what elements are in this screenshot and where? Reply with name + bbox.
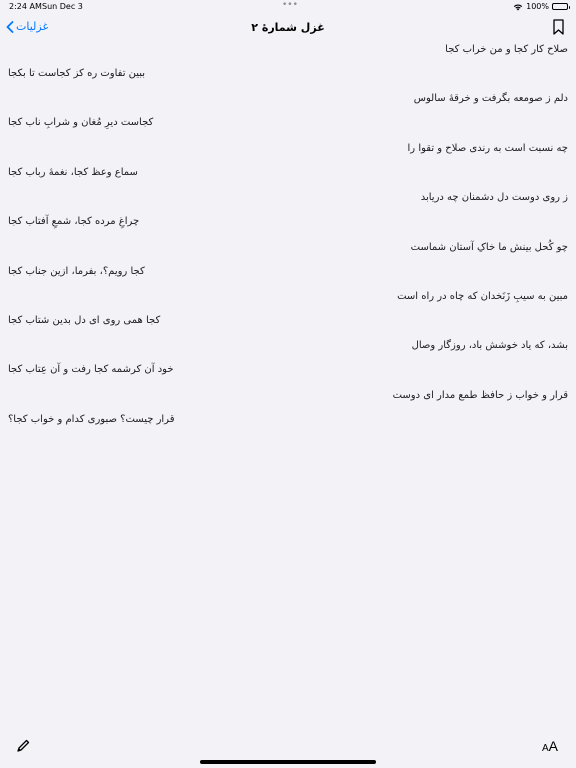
pencil-icon xyxy=(16,738,30,757)
verse: چو کُحل بینش ما خاکِ آستان شماست کجا رویم… xyxy=(0,240,576,289)
navigation-bar: غزلیات غزل شمارهٔ ۲ xyxy=(0,14,576,42)
second-hemistich[interactable]: قرار چیست؟ صبوری کدام و خواب کجا؟ xyxy=(8,414,174,425)
second-hemistich[interactable]: کجاست دیرِ مُغان و شرابِ ناب کجا xyxy=(8,117,153,128)
second-hemistich[interactable]: سماع وعظ کجا، نغمهٔ رباب کجا xyxy=(8,167,138,178)
first-hemistich[interactable]: دلم ز صومعه بگرفت و خرقهٔ سالوس xyxy=(414,93,568,104)
second-hemistich[interactable]: چراغِ مرده کجا، شمعِ آفتاب کجا xyxy=(8,216,139,227)
wifi-icon xyxy=(513,3,523,11)
text-size-button[interactable]: AA xyxy=(542,738,558,756)
first-hemistich[interactable]: مبین به سیبِ زَنَخدان که چاه در راه است xyxy=(397,291,568,302)
text-size-small-label: A xyxy=(541,743,549,754)
first-hemistich[interactable]: بشد، که یاد خوشش باد، روزگار وصال xyxy=(412,340,568,351)
bookmark-button[interactable] xyxy=(553,19,564,39)
first-hemistich[interactable]: قرار و خواب ز حافظ طمع مدار ای دوست xyxy=(393,390,568,401)
status-bar: 2:24 AM Sun Dec 3 ••• 100% xyxy=(0,0,576,14)
bookmark-icon xyxy=(553,19,564,39)
first-hemistich[interactable]: ز روی دوست دل دشمنان چه دریابد xyxy=(421,192,568,203)
verse: صلاح کار کجا و من خراب کجا ببین تفاوت ره … xyxy=(0,42,576,91)
text-size-big-label: A xyxy=(548,738,558,754)
status-indicators: 100% xyxy=(513,2,570,11)
poem-body: صلاح کار کجا و من خراب کجا ببین تفاوت ره … xyxy=(0,42,576,437)
first-hemistich[interactable]: صلاح کار کجا و من خراب کجا xyxy=(445,44,568,55)
verse: ز روی دوست دل دشمنان چه دریابد چراغِ مرده… xyxy=(0,190,576,239)
status-time: 2:24 AM xyxy=(9,2,42,11)
second-hemistich[interactable]: ببین تفاوت ره کز کجاست تا بکجا xyxy=(8,68,145,79)
edit-button[interactable] xyxy=(16,738,30,757)
second-hemistich[interactable]: کجا رویم؟، بفرما، ازین جناب کجا xyxy=(8,266,145,277)
first-hemistich[interactable]: چه نسبت است به رندی صلاح و تقوا را xyxy=(408,143,568,154)
multitask-dots[interactable]: ••• xyxy=(282,0,298,10)
second-hemistich[interactable]: خود آن کرشمه کجا رفت و آن عِتاب کجا xyxy=(8,364,174,375)
battery-percent: 100% xyxy=(526,2,549,11)
second-hemistich[interactable]: کجا همی روی ای دل بدین شتاب کجا xyxy=(8,315,160,326)
first-hemistich[interactable]: چو کُحل بینش ما خاکِ آستان شماست xyxy=(411,242,568,253)
verse: چه نسبت است به رندی صلاح و تقوا را سماع و… xyxy=(0,141,576,190)
page-title: غزل شمارهٔ ۲ xyxy=(251,21,325,34)
battery-icon xyxy=(552,3,570,10)
home-indicator[interactable] xyxy=(200,760,376,764)
status-date: Sun Dec 3 xyxy=(42,2,83,11)
verse: مبین به سیبِ زَنَخدان که چاه در راه است ک… xyxy=(0,289,576,338)
verse: دلم ز صومعه بگرفت و خرقهٔ سالوس کجاست دیر… xyxy=(0,91,576,140)
verse: بشد، که یاد خوشش باد، روزگار وصال خود آن … xyxy=(0,338,576,387)
verse: قرار و خواب ز حافظ طمع مدار ای دوست قرار … xyxy=(0,388,576,437)
